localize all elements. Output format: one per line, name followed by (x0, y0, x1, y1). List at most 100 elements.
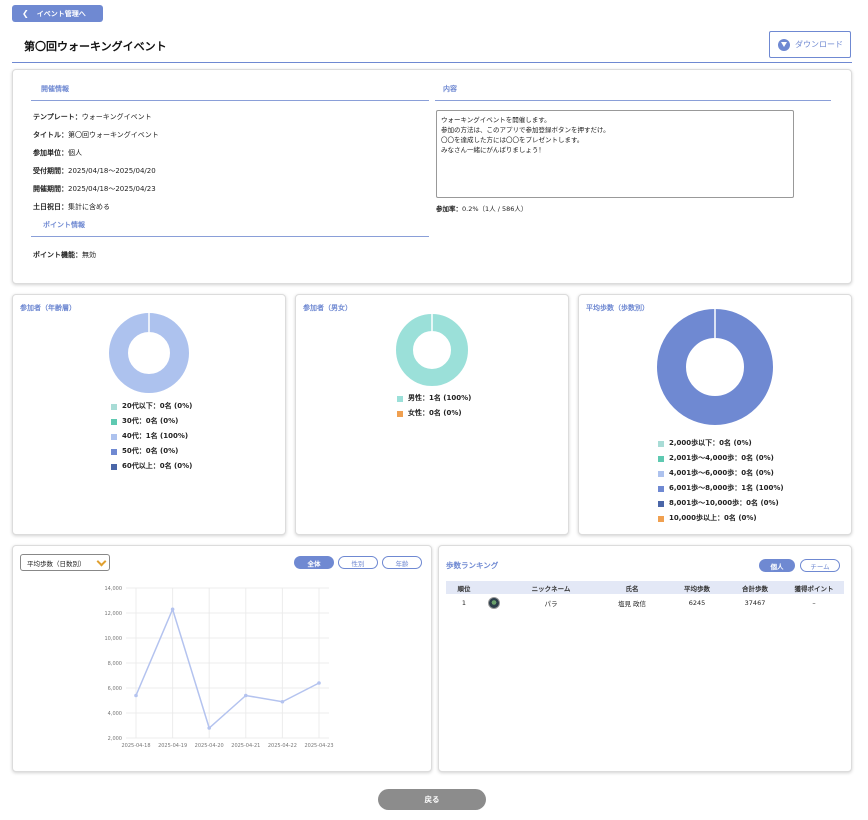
legend-swatch (658, 440, 664, 447)
page-title: 第〇回ウォーキングイベント (24, 40, 167, 53)
avatar (488, 597, 500, 609)
legend-label: 30代：0名 (0%) (122, 417, 179, 425)
legend-swatch (111, 463, 117, 470)
event-info-card: 開催情報 内容 テンプレート：ウォーキングイベント タイトル：第〇回ウォーキングイ… (12, 69, 852, 284)
legend-item: 女性：0名 (0%) (397, 406, 471, 421)
avatar-cell (482, 594, 506, 612)
legend-item: 10,000歩以上：0名 (0%) (658, 511, 784, 526)
col-nickname: ニックネーム (506, 581, 596, 594)
gender-chart-card: 参加者（男女） 男性：1名 (100%) 女性：0名 (0%) (295, 294, 569, 535)
legend-item: 2,001歩〜4,000歩：0名 (0%) (658, 451, 784, 466)
event-info-divider (31, 100, 429, 101)
col-rank: 順位 (446, 581, 482, 594)
info-row: タイトル：第〇回ウォーキングイベント (33, 131, 159, 139)
legend-swatch (658, 455, 664, 462)
series-line (135, 607, 320, 730)
y-tick-label: 4,000 (108, 711, 122, 717)
legend-item: 60代以上：0名 (0%) (111, 459, 192, 474)
data-point (244, 693, 248, 698)
event-info-heading: 開催情報 (41, 85, 69, 93)
event-content-textbox[interactable]: ウォーキングイベントを開催します。 参加の方法は、このアプリで参加登録ボタンを押… (436, 110, 794, 198)
y-tick-label: 6,000 (108, 686, 122, 692)
legend-label: 2,001歩〜4,000歩：0名 (0%) (669, 454, 774, 462)
legend-item: 2,000歩以下：0名 (0%) (658, 436, 784, 451)
y-tick-label: 14,000 (105, 586, 123, 592)
legend-swatch (658, 500, 664, 507)
col-total-steps: 合計歩数 (726, 581, 784, 594)
table-header-row: 順位 ニックネーム 氏名 平均歩数 合計歩数 獲得ポイント (446, 581, 844, 594)
legend-item: 40代：1名 (100%) (111, 429, 192, 444)
age-chart-card: 参加者（年齢層） 20代以下：0名 (0%) 30代：0名 (0%) 40代：1名 … (12, 294, 286, 535)
info-row: 開催期間：2025/04/18〜2025/04/23 (33, 185, 156, 193)
legend-label: 50代：0名 (0%) (122, 447, 179, 455)
legend-item: 8,001歩〜10,000歩：0名 (0%) (658, 496, 784, 511)
x-tick-label: 2025-04-23 (304, 743, 333, 749)
legend-label: 40代：1名 (100%) (122, 432, 189, 440)
legend-swatch (111, 418, 117, 425)
legend-item: 50代：0名 (0%) (111, 444, 192, 459)
content-divider (435, 100, 831, 101)
download-icon (778, 38, 790, 51)
data-point (134, 693, 138, 698)
rank-cell: 1 (461, 599, 467, 607)
back-button[interactable]: 戻る (378, 789, 486, 810)
col-name: 氏名 (596, 581, 668, 594)
ranking-table: 順位 ニックネーム 氏名 平均歩数 合計歩数 獲得ポイント 1 パラ 塩見 政信… (446, 581, 844, 612)
legend-label: 10,000歩以上：0名 (0%) (669, 514, 757, 522)
age-donut-chart (109, 313, 189, 393)
legend-swatch (658, 485, 664, 492)
tab-team[interactable]: チーム (800, 559, 840, 572)
legend-swatch (658, 515, 664, 522)
info-row: 参加単位：個人 (33, 149, 82, 157)
point-info-heading: ポイント情報 (43, 221, 85, 229)
legend-label: 20代以下：0名 (0%) (122, 402, 193, 410)
steps-donut-chart (657, 309, 773, 425)
legend-label: 4,001歩〜6,000歩：0名 (0%) (669, 469, 774, 477)
col-avatar (482, 581, 506, 594)
y-tick-label: 12,000 (105, 611, 123, 617)
table-row[interactable]: 1 パラ 塩見 政信 6245 37467 – (446, 594, 844, 612)
ranking-card: 歩数ランキング 個人 チーム 順位 ニックネーム 氏名 平均歩数 合計歩数 獲得… (438, 545, 852, 772)
y-tick-label: 8,000 (108, 661, 122, 667)
tab-individual[interactable]: 個人 (759, 559, 795, 572)
tab-gender[interactable]: 性別 (338, 556, 378, 569)
name-cell: 塩見 政信 (617, 600, 647, 608)
avg-steps-cell: 6245 (688, 599, 706, 607)
back-to-event-management-button[interactable]: ❮ イベント管理へ (12, 5, 103, 22)
legend-swatch (658, 470, 664, 477)
legend-label: 男性：1名 (100%) (408, 394, 472, 402)
legend-label: 60代以上：0名 (0%) (122, 462, 193, 470)
download-label: ダウンロード (795, 40, 843, 49)
point-info-divider (31, 236, 429, 237)
col-avg-steps: 平均歩数 (668, 581, 726, 594)
legend-swatch (397, 395, 403, 402)
x-tick-label: 2025-04-21 (231, 743, 260, 749)
points-cell: – (812, 599, 816, 607)
legend-item: 4,001歩〜6,000歩：0名 (0%) (658, 466, 784, 481)
title-divider (12, 62, 852, 63)
download-button[interactable]: ダウンロード (769, 31, 851, 58)
legend-item: 男性：1名 (100%) (397, 391, 471, 406)
legend-label: 2,000歩以下：0名 (0%) (669, 439, 752, 447)
legend-label: 女性：0名 (0%) (408, 409, 462, 417)
legend-label: 8,001歩〜10,000歩：0名 (0%) (669, 499, 779, 507)
participation-rate: 参加率：0.2%（1人 / 586人） (436, 205, 528, 213)
data-point (170, 607, 175, 612)
legend-item: 20代以下：0名 (0%) (111, 399, 192, 414)
legend-swatch (111, 433, 117, 440)
legend-label: 6,001歩〜8,000歩：1名 (100%) (669, 484, 784, 492)
legend-swatch (111, 403, 117, 410)
metric-select[interactable]: 平均歩数（日数別） (20, 554, 110, 571)
line-chart-card: 平均歩数（日数別） 全体 性別 年齢 14,000 12,000 10,000 8,0… (12, 545, 432, 772)
x-tick-label: 2025-04-19 (158, 743, 187, 749)
data-point (317, 681, 321, 685)
tab-overall[interactable]: 全体 (294, 556, 334, 569)
legend-item: 6,001歩〜8,000歩：1名 (100%) (658, 481, 784, 496)
data-point (207, 726, 211, 730)
y-tick-label: 2,000 (108, 736, 122, 742)
tab-age[interactable]: 年齢 (382, 556, 422, 569)
data-point (280, 699, 285, 704)
col-points: 獲得ポイント (784, 581, 844, 594)
legend-swatch (397, 410, 403, 417)
x-tick-label: 2025-04-20 (195, 743, 224, 749)
